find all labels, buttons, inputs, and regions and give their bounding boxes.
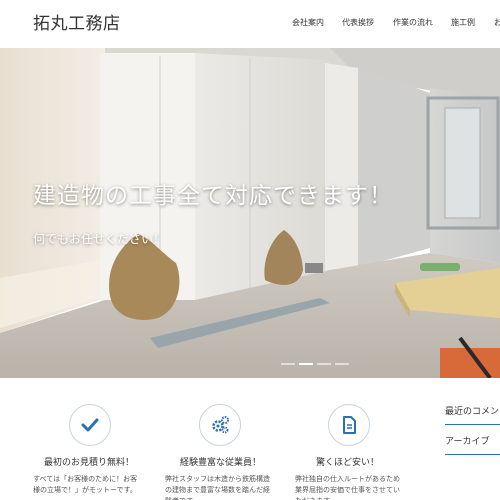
slider-dot-1[interactable]: [281, 363, 295, 365]
slider-dot-3[interactable]: [317, 363, 331, 365]
hero-subheadline: 何でもお任せください！: [33, 232, 166, 246]
feature-3-text: 弊社独自の仕入ルートがあるため業界屈指の安価で仕事をさせていただきます。: [295, 475, 400, 500]
site-header: 拓丸工務店 会社案内 代表挨拶 作業の流れ 施工例 お: [0, 0, 500, 48]
nav-item-examples[interactable]: 施工例: [451, 17, 475, 28]
sidebar-divider: [445, 424, 500, 425]
feature-2-title: 経験豊富な従業員！: [180, 458, 262, 468]
nav-item-greeting[interactable]: 代表挨拶: [342, 17, 374, 28]
checkmark-icon: [81, 418, 99, 432]
slider-pagination: [0, 363, 500, 367]
document-icon: [343, 416, 356, 434]
slider-dot-4[interactable]: [335, 363, 349, 365]
feature-1-icon-circle: [69, 404, 111, 446]
hero-construction-image: [0, 48, 500, 378]
nav-item-company[interactable]: 会社案内: [292, 17, 324, 28]
hero-slider: 建造物の工事全て対応できます！ 何でもお任せください！: [0, 48, 500, 378]
slider-dot-2[interactable]: [299, 363, 313, 365]
feature-2-text: 弊社スタッフは木造から鉄筋構造の建物まで豊富な場数を踏んだ経験者です。: [165, 475, 270, 500]
feature-1-text: すべては「お客様のために！お客様の立場で！」がモットーです。: [33, 475, 138, 494]
nav-item-more[interactable]: お: [494, 17, 500, 28]
sidebar-recent-comments[interactable]: 最近のコメント: [445, 404, 500, 417]
feature-3-title: 驚くほど安い！: [316, 458, 380, 468]
feature-1-title: 最初のお見積り無料！: [44, 458, 135, 468]
feature-3-icon-circle: [328, 404, 370, 446]
site-title[interactable]: 拓丸工務店: [33, 9, 121, 34]
sidebar-archives[interactable]: アーカイブ: [445, 434, 489, 447]
sidebar-divider: [445, 454, 500, 455]
hero-headline: 建造物の工事全て対応できます！: [33, 183, 393, 209]
nav-item-workflow[interactable]: 作業の流れ: [393, 17, 433, 28]
gears-icon: [212, 416, 229, 434]
feature-2-icon-circle: [199, 404, 241, 446]
